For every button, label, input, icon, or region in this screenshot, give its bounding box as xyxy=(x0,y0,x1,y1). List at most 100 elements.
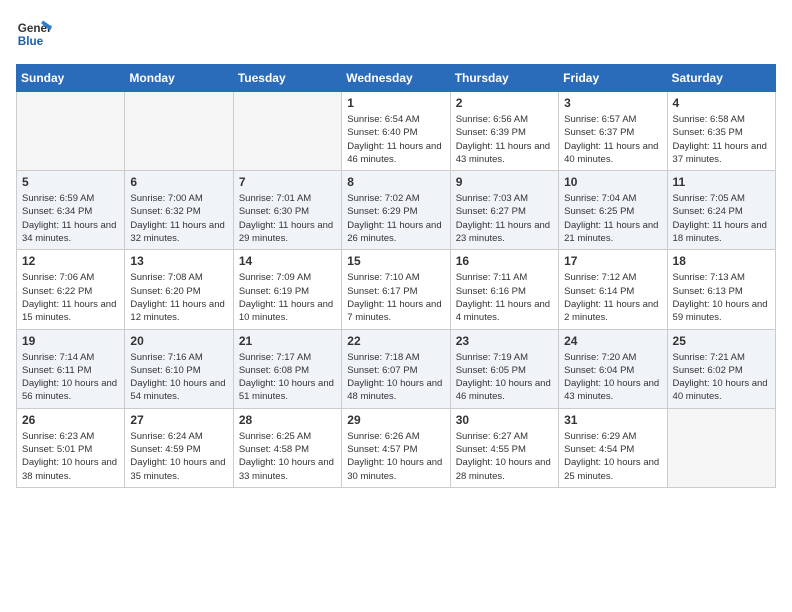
calendar-cell: 5 Sunrise: 6:59 AM Sunset: 6:34 PM Daylig… xyxy=(17,171,125,250)
day-number: 30 xyxy=(456,413,553,427)
day-info: Sunrise: 7:05 AM Sunset: 6:24 PM Dayligh… xyxy=(673,192,770,245)
calendar-table: SundayMondayTuesdayWednesdayThursdayFrid… xyxy=(16,64,776,488)
calendar-cell: 29 Sunrise: 6:26 AM Sunset: 4:57 PM Dayli… xyxy=(342,408,450,487)
weekday-header-thursday: Thursday xyxy=(450,65,558,92)
calendar-cell: 25 Sunrise: 7:21 AM Sunset: 6:02 PM Dayli… xyxy=(667,329,775,408)
calendar-cell: 14 Sunrise: 7:09 AM Sunset: 6:19 PM Dayli… xyxy=(233,250,341,329)
day-info: Sunrise: 6:59 AM Sunset: 6:34 PM Dayligh… xyxy=(22,192,119,245)
day-info: Sunrise: 7:03 AM Sunset: 6:27 PM Dayligh… xyxy=(456,192,553,245)
weekday-header-sunday: Sunday xyxy=(17,65,125,92)
day-number: 29 xyxy=(347,413,444,427)
day-number: 12 xyxy=(22,254,119,268)
day-number: 17 xyxy=(564,254,661,268)
calendar-week-5: 26 Sunrise: 6:23 AM Sunset: 5:01 PM Dayli… xyxy=(17,408,776,487)
day-info: Sunrise: 7:04 AM Sunset: 6:25 PM Dayligh… xyxy=(564,192,661,245)
day-info: Sunrise: 6:54 AM Sunset: 6:40 PM Dayligh… xyxy=(347,113,444,166)
day-number: 26 xyxy=(22,413,119,427)
calendar-cell: 13 Sunrise: 7:08 AM Sunset: 6:20 PM Dayli… xyxy=(125,250,233,329)
calendar-cell: 15 Sunrise: 7:10 AM Sunset: 6:17 PM Dayli… xyxy=(342,250,450,329)
calendar-cell: 8 Sunrise: 7:02 AM Sunset: 6:29 PM Daylig… xyxy=(342,171,450,250)
day-info: Sunrise: 7:06 AM Sunset: 6:22 PM Dayligh… xyxy=(22,271,119,324)
calendar-cell xyxy=(233,92,341,171)
day-info: Sunrise: 6:57 AM Sunset: 6:37 PM Dayligh… xyxy=(564,113,661,166)
weekday-header-friday: Friday xyxy=(559,65,667,92)
day-number: 24 xyxy=(564,334,661,348)
day-info: Sunrise: 7:10 AM Sunset: 6:17 PM Dayligh… xyxy=(347,271,444,324)
day-info: Sunrise: 6:29 AM Sunset: 4:54 PM Dayligh… xyxy=(564,430,661,483)
page-header: General Blue xyxy=(16,16,776,52)
day-number: 4 xyxy=(673,96,770,110)
day-number: 8 xyxy=(347,175,444,189)
day-number: 25 xyxy=(673,334,770,348)
weekday-header-wednesday: Wednesday xyxy=(342,65,450,92)
logo: General Blue xyxy=(16,16,52,52)
calendar-cell: 6 Sunrise: 7:00 AM Sunset: 6:32 PM Daylig… xyxy=(125,171,233,250)
day-number: 11 xyxy=(673,175,770,189)
day-number: 27 xyxy=(130,413,227,427)
day-number: 23 xyxy=(456,334,553,348)
calendar-cell: 30 Sunrise: 6:27 AM Sunset: 4:55 PM Dayli… xyxy=(450,408,558,487)
day-number: 14 xyxy=(239,254,336,268)
day-number: 7 xyxy=(239,175,336,189)
calendar-week-2: 5 Sunrise: 6:59 AM Sunset: 6:34 PM Daylig… xyxy=(17,171,776,250)
day-number: 28 xyxy=(239,413,336,427)
calendar-cell xyxy=(125,92,233,171)
calendar-cell: 12 Sunrise: 7:06 AM Sunset: 6:22 PM Dayli… xyxy=(17,250,125,329)
day-info: Sunrise: 7:01 AM Sunset: 6:30 PM Dayligh… xyxy=(239,192,336,245)
calendar-cell: 21Sunrise: 7:17 AM Sunset: 6:08 PM Dayli… xyxy=(233,329,341,408)
day-number: 6 xyxy=(130,175,227,189)
calendar-week-3: 12 Sunrise: 7:06 AM Sunset: 6:22 PM Dayli… xyxy=(17,250,776,329)
day-number: 3 xyxy=(564,96,661,110)
day-info: Sunrise: 7:02 AM Sunset: 6:29 PM Dayligh… xyxy=(347,192,444,245)
weekday-header-saturday: Saturday xyxy=(667,65,775,92)
calendar-cell xyxy=(17,92,125,171)
weekday-header-row: SundayMondayTuesdayWednesdayThursdayFrid… xyxy=(17,65,776,92)
calendar-cell: 10Sunrise: 7:04 AM Sunset: 6:25 PM Dayli… xyxy=(559,171,667,250)
day-info: Sunrise: 7:20 AM Sunset: 6:04 PM Dayligh… xyxy=(564,351,661,404)
day-number: 21 xyxy=(239,334,336,348)
day-info: Sunrise: 7:12 AM Sunset: 6:14 PM Dayligh… xyxy=(564,271,661,324)
calendar-cell: 31 Sunrise: 6:29 AM Sunset: 4:54 PM Dayli… xyxy=(559,408,667,487)
calendar-cell: 28 Sunrise: 6:25 AM Sunset: 4:58 PM Dayli… xyxy=(233,408,341,487)
calendar-cell: 18Sunrise: 7:13 AM Sunset: 6:13 PM Dayli… xyxy=(667,250,775,329)
calendar-cell: 2Sunrise: 6:56 AM Sunset: 6:39 PM Daylig… xyxy=(450,92,558,171)
day-number: 20 xyxy=(130,334,227,348)
day-number: 18 xyxy=(673,254,770,268)
day-info: Sunrise: 6:27 AM Sunset: 4:55 PM Dayligh… xyxy=(456,430,553,483)
calendar-cell: 23Sunrise: 7:19 AM Sunset: 6:05 PM Dayli… xyxy=(450,329,558,408)
calendar-cell xyxy=(667,408,775,487)
day-number: 15 xyxy=(347,254,444,268)
weekday-header-monday: Monday xyxy=(125,65,233,92)
day-info: Sunrise: 6:24 AM Sunset: 4:59 PM Dayligh… xyxy=(130,430,227,483)
day-info: Sunrise: 7:09 AM Sunset: 6:19 PM Dayligh… xyxy=(239,271,336,324)
svg-text:Blue: Blue xyxy=(18,35,44,48)
day-info: Sunrise: 6:25 AM Sunset: 4:58 PM Dayligh… xyxy=(239,430,336,483)
day-info: Sunrise: 6:23 AM Sunset: 5:01 PM Dayligh… xyxy=(22,430,119,483)
day-info: Sunrise: 7:18 AM Sunset: 6:07 PM Dayligh… xyxy=(347,351,444,404)
day-number: 22 xyxy=(347,334,444,348)
calendar-cell: 19Sunrise: 7:14 AM Sunset: 6:11 PM Dayli… xyxy=(17,329,125,408)
calendar-cell: 9Sunrise: 7:03 AM Sunset: 6:27 PM Daylig… xyxy=(450,171,558,250)
day-number: 13 xyxy=(130,254,227,268)
calendar-cell: 27 Sunrise: 6:24 AM Sunset: 4:59 PM Dayli… xyxy=(125,408,233,487)
day-number: 31 xyxy=(564,413,661,427)
day-info: Sunrise: 6:56 AM Sunset: 6:39 PM Dayligh… xyxy=(456,113,553,166)
calendar-week-1: 1 Sunrise: 6:54 AM Sunset: 6:40 PM Daylig… xyxy=(17,92,776,171)
day-info: Sunrise: 7:16 AM Sunset: 6:10 PM Dayligh… xyxy=(130,351,227,404)
day-info: Sunrise: 7:08 AM Sunset: 6:20 PM Dayligh… xyxy=(130,271,227,324)
day-info: Sunrise: 7:21 AM Sunset: 6:02 PM Dayligh… xyxy=(673,351,770,404)
calendar-cell: 26 Sunrise: 6:23 AM Sunset: 5:01 PM Dayli… xyxy=(17,408,125,487)
day-info: Sunrise: 6:58 AM Sunset: 6:35 PM Dayligh… xyxy=(673,113,770,166)
day-info: Sunrise: 6:26 AM Sunset: 4:57 PM Dayligh… xyxy=(347,430,444,483)
day-number: 1 xyxy=(347,96,444,110)
calendar-cell: 22 Sunrise: 7:18 AM Sunset: 6:07 PM Dayli… xyxy=(342,329,450,408)
calendar-week-4: 19Sunrise: 7:14 AM Sunset: 6:11 PM Dayli… xyxy=(17,329,776,408)
day-info: Sunrise: 7:00 AM Sunset: 6:32 PM Dayligh… xyxy=(130,192,227,245)
calendar-cell: 24 Sunrise: 7:20 AM Sunset: 6:04 PM Dayli… xyxy=(559,329,667,408)
calendar-cell: 3 Sunrise: 6:57 AM Sunset: 6:37 PM Daylig… xyxy=(559,92,667,171)
day-number: 16 xyxy=(456,254,553,268)
calendar-cell: 16Sunrise: 7:11 AM Sunset: 6:16 PM Dayli… xyxy=(450,250,558,329)
calendar-cell: 17 Sunrise: 7:12 AM Sunset: 6:14 PM Dayli… xyxy=(559,250,667,329)
calendar-cell: 1 Sunrise: 6:54 AM Sunset: 6:40 PM Daylig… xyxy=(342,92,450,171)
day-number: 5 xyxy=(22,175,119,189)
